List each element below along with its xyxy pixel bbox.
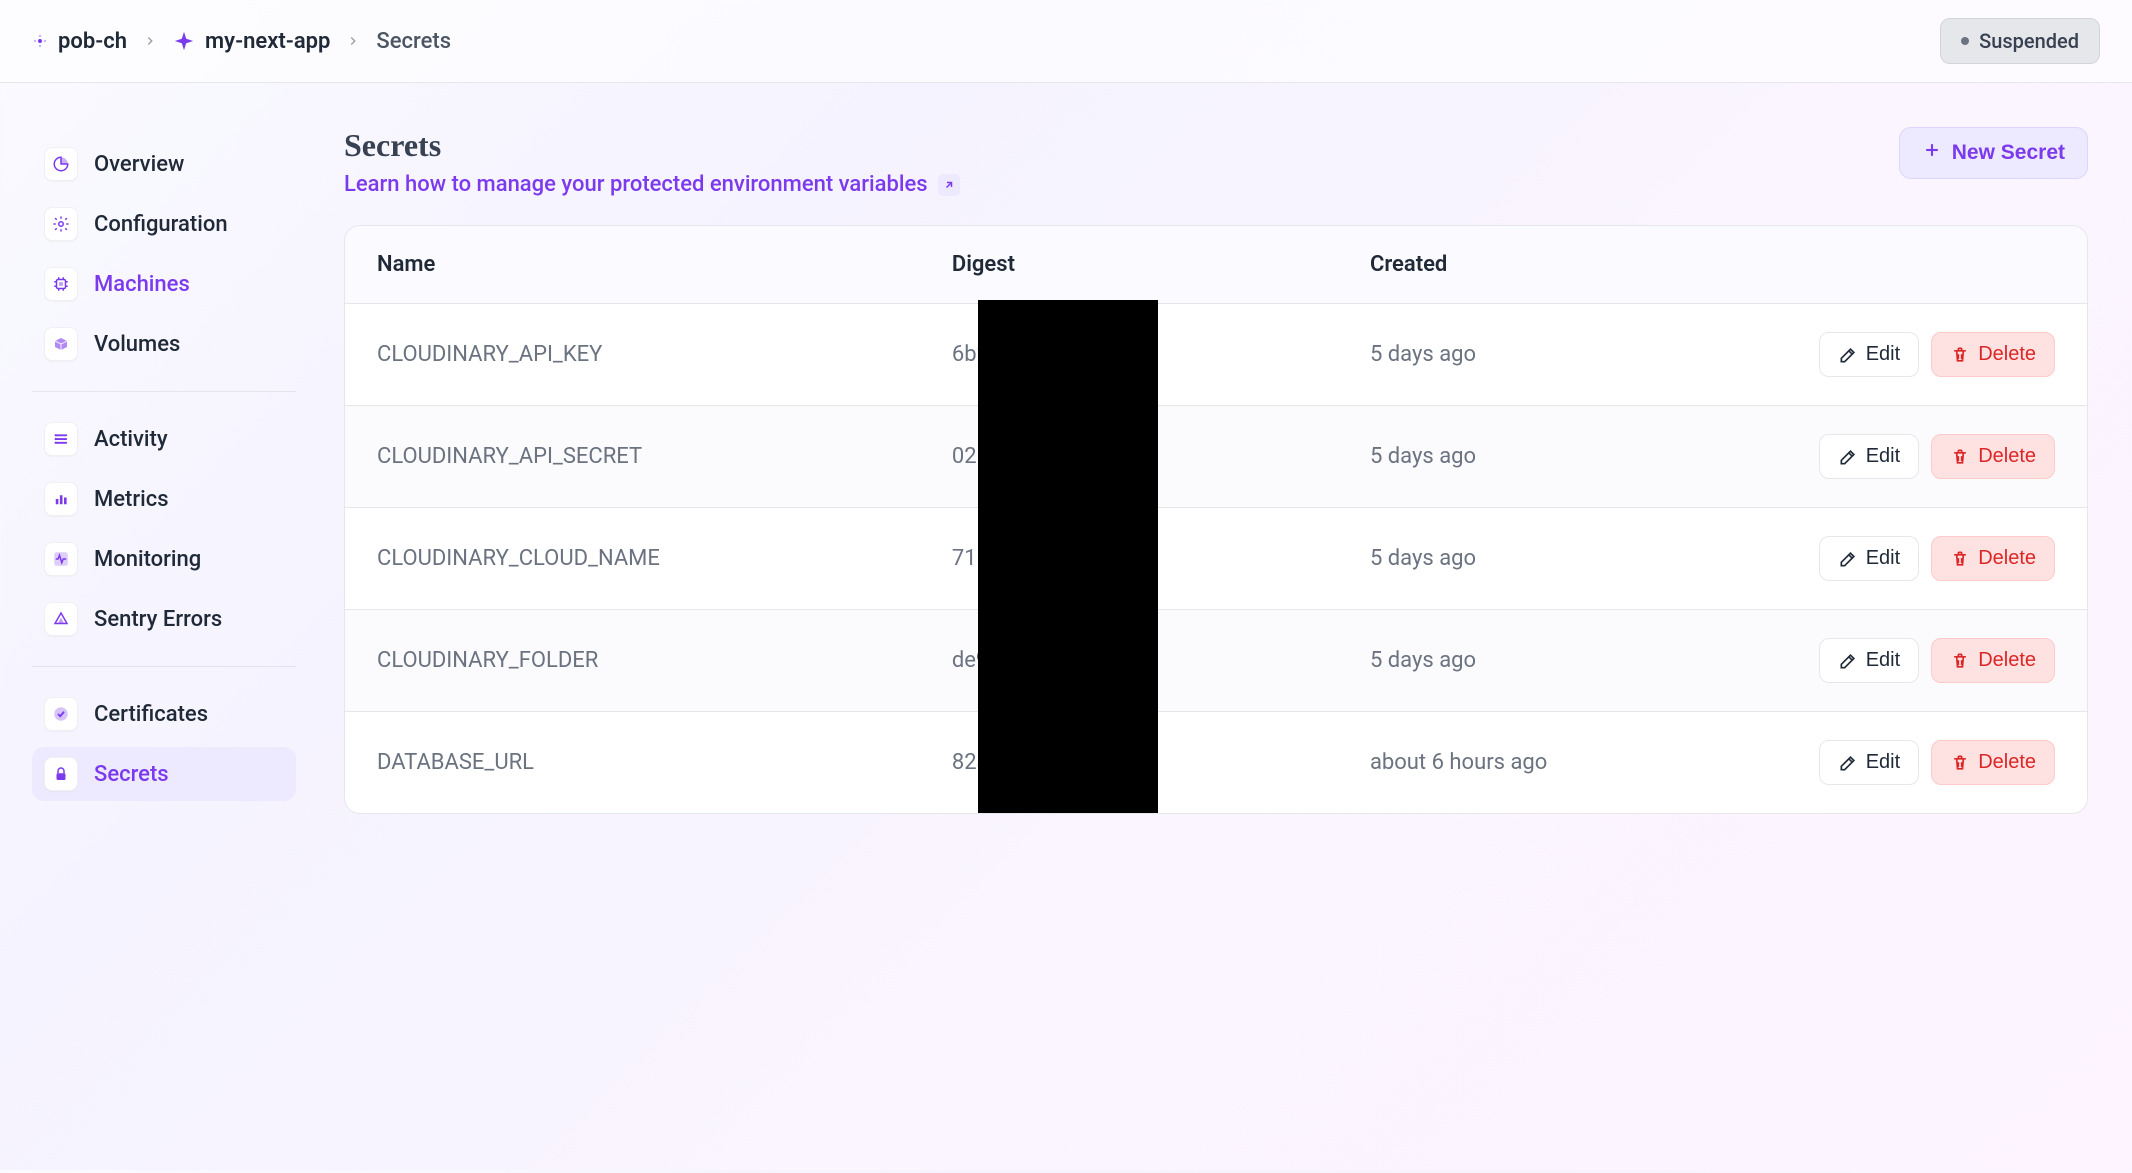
delete-label: Delete bbox=[1978, 751, 2036, 774]
delete-button[interactable]: Delete bbox=[1931, 536, 2055, 581]
sidebar-item-overview[interactable]: Overview bbox=[32, 137, 296, 191]
external-link-icon bbox=[938, 174, 960, 196]
lock-icon bbox=[44, 757, 78, 791]
sidebar-item-label: Volumes bbox=[94, 332, 180, 357]
sidebar-item-monitoring[interactable]: Monitoring bbox=[32, 532, 296, 586]
secret-created: 5 days ago bbox=[1338, 508, 1721, 610]
column-header-name: Name bbox=[345, 226, 920, 304]
table-row: DATABASE_URL82a4about 6 hours agoEditDel… bbox=[345, 712, 2087, 814]
edit-label: Edit bbox=[1866, 445, 1900, 468]
secret-name: CLOUDINARY_API_KEY bbox=[345, 304, 920, 406]
sidebar-item-label: Certificates bbox=[94, 702, 208, 727]
status-dot-icon bbox=[1961, 37, 1969, 45]
sidebar-item-label: Overview bbox=[94, 152, 184, 177]
breadcrumb-page-label: Secrets bbox=[376, 29, 451, 54]
pie-icon bbox=[44, 147, 78, 181]
edit-button[interactable]: Edit bbox=[1819, 740, 1919, 785]
status-badge: Suspended bbox=[1940, 18, 2100, 64]
chevron-right-icon bbox=[143, 29, 157, 53]
docs-link[interactable]: Learn how to manage your protected envir… bbox=[344, 172, 960, 197]
table-row: CLOUDINARY_API_KEY6b215 days agoEditDele… bbox=[345, 304, 2087, 406]
sidebar-item-machines[interactable]: Machines bbox=[32, 257, 296, 311]
secret-created: 5 days ago bbox=[1338, 304, 1721, 406]
delete-button[interactable]: Delete bbox=[1931, 740, 2055, 785]
edit-button[interactable]: Edit bbox=[1819, 638, 1919, 683]
bars-icon bbox=[44, 482, 78, 516]
delete-button[interactable]: Delete bbox=[1931, 638, 2055, 683]
main-content: Secrets Learn how to manage your protect… bbox=[320, 83, 2132, 1173]
chevron-right-icon bbox=[346, 29, 360, 53]
check-icon bbox=[44, 697, 78, 731]
column-header-digest: Digest bbox=[920, 226, 1338, 304]
table-row: CLOUDINARY_API_SECRET02155 days agoEditD… bbox=[345, 406, 2087, 508]
gear-icon bbox=[44, 207, 78, 241]
sentry-icon bbox=[44, 602, 78, 636]
secret-name: CLOUDINARY_FOLDER bbox=[345, 610, 920, 712]
sidebar-item-sentry-errors[interactable]: Sentry Errors bbox=[32, 592, 296, 646]
secret-name: CLOUDINARY_API_SECRET bbox=[345, 406, 920, 508]
breadcrumb-app[interactable]: my-next-app bbox=[173, 29, 330, 54]
breadcrumbs: pob-ch my-next-app Secrets bbox=[32, 29, 451, 54]
sidebar: Overview Configuration Machines Volumes Acti… bbox=[0, 83, 320, 1173]
sidebar-item-configuration[interactable]: Configuration bbox=[32, 197, 296, 251]
edit-label: Edit bbox=[1866, 343, 1900, 366]
sidebar-item-certificates[interactable]: Certificates bbox=[32, 687, 296, 741]
sidebar-item-activity[interactable]: Activity bbox=[32, 412, 296, 466]
secret-name: CLOUDINARY_CLOUD_NAME bbox=[345, 508, 920, 610]
column-header-created: Created bbox=[1338, 226, 1721, 304]
sidebar-item-label: Activity bbox=[94, 427, 168, 452]
table-row: CLOUDINARY_CLOUD_NAME71585 days agoEditD… bbox=[345, 508, 2087, 610]
delete-label: Delete bbox=[1978, 445, 2036, 468]
secrets-table: Name Digest Created CLOUDINARY_API_KEY6b… bbox=[344, 225, 2088, 814]
edit-button[interactable]: Edit bbox=[1819, 536, 1919, 581]
breadcrumb-app-label: my-next-app bbox=[205, 29, 330, 54]
sidebar-item-label: Sentry Errors bbox=[94, 607, 222, 632]
page-header: Secrets Learn how to manage your protect… bbox=[344, 127, 2088, 197]
secret-name: DATABASE_URL bbox=[345, 712, 920, 814]
sidebar-item-label: Machines bbox=[94, 272, 190, 297]
status-label: Suspended bbox=[1979, 29, 2079, 53]
sidebar-item-metrics[interactable]: Metrics bbox=[32, 472, 296, 526]
delete-button[interactable]: Delete bbox=[1931, 434, 2055, 479]
table-row: CLOUDINARY_FOLDERde975 days agoEditDelet… bbox=[345, 610, 2087, 712]
redacted-overlay bbox=[978, 300, 1158, 814]
delete-label: Delete bbox=[1978, 343, 2036, 366]
cpu-icon bbox=[44, 267, 78, 301]
box-icon bbox=[44, 327, 78, 361]
pulse-icon bbox=[44, 542, 78, 576]
plus-icon bbox=[1922, 140, 1942, 166]
breadcrumb-org[interactable]: pob-ch bbox=[32, 29, 127, 54]
column-header-actions bbox=[1721, 226, 2087, 304]
edit-label: Edit bbox=[1866, 547, 1900, 570]
sidebar-item-label: Monitoring bbox=[94, 547, 201, 572]
secret-created: 5 days ago bbox=[1338, 610, 1721, 712]
page-title: Secrets bbox=[344, 127, 960, 164]
edit-label: Edit bbox=[1866, 649, 1900, 672]
sidebar-item-volumes[interactable]: Volumes bbox=[32, 317, 296, 371]
edit-label: Edit bbox=[1866, 751, 1900, 774]
delete-label: Delete bbox=[1978, 649, 2036, 672]
sidebar-item-label: Metrics bbox=[94, 487, 169, 512]
sidebar-item-secrets[interactable]: Secrets bbox=[32, 747, 296, 801]
org-icon bbox=[32, 33, 48, 49]
breadcrumb-current: Secrets bbox=[376, 29, 451, 54]
sparkle-icon bbox=[173, 30, 195, 52]
stack-icon bbox=[44, 422, 78, 456]
delete-button[interactable]: Delete bbox=[1931, 332, 2055, 377]
docs-link-label: Learn how to manage your protected envir… bbox=[344, 172, 928, 197]
delete-label: Delete bbox=[1978, 547, 2036, 570]
secret-created: about 6 hours ago bbox=[1338, 712, 1721, 814]
edit-button[interactable]: Edit bbox=[1819, 434, 1919, 479]
new-secret-button[interactable]: New Secret bbox=[1899, 127, 2088, 179]
secret-created: 5 days ago bbox=[1338, 406, 1721, 508]
sidebar-item-label: Configuration bbox=[94, 212, 228, 237]
sidebar-item-label: Secrets bbox=[94, 762, 169, 787]
edit-button[interactable]: Edit bbox=[1819, 332, 1919, 377]
breadcrumb-org-label: pob-ch bbox=[58, 29, 127, 54]
new-secret-label: New Secret bbox=[1952, 141, 2065, 165]
topbar: pob-ch my-next-app Secrets Suspended bbox=[0, 0, 2132, 83]
